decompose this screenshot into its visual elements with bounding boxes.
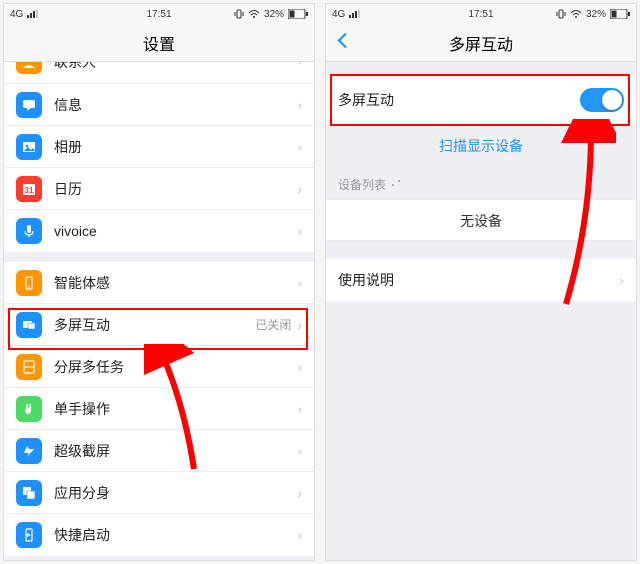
status-bar: 4G 17:51 32% xyxy=(326,4,636,24)
row-supercapture[interactable]: 超级截屏 › xyxy=(4,430,314,472)
battery-icon xyxy=(610,9,630,19)
network-label: 4G xyxy=(332,9,345,20)
status-time: 17:51 xyxy=(468,9,493,20)
chevron-right-icon: › xyxy=(619,272,624,288)
status-bar: 4G 17:51 32% xyxy=(4,4,314,24)
scan-devices-link[interactable]: 扫描显示设备 xyxy=(326,124,636,168)
row-splitscreen[interactable]: 分屏多任务 › xyxy=(4,346,314,388)
row-label: 相册 xyxy=(54,137,297,157)
right-screen: 4G 17:51 32% 多屏互动 多屏互动 扫描显示设备 设备列表 无设备 xyxy=(326,4,636,560)
onehanded-icon xyxy=(16,396,42,422)
row-quickstart[interactable]: 快捷启动 › xyxy=(4,514,314,556)
chevron-right-icon: › xyxy=(297,401,302,417)
row-label: 分屏多任务 xyxy=(54,357,297,377)
battery-pct: 32% xyxy=(264,9,284,20)
supercapture-icon xyxy=(16,438,42,464)
chevron-left-icon xyxy=(336,31,348,49)
signal-icon xyxy=(349,10,361,18)
row-label: 信息 xyxy=(54,95,297,115)
network-label: 4G xyxy=(10,9,23,20)
row-label: vivoice xyxy=(54,223,297,239)
row-label: 日历 xyxy=(54,179,297,199)
chevron-right-icon: › xyxy=(297,181,302,197)
row-label: 使用说明 xyxy=(338,270,619,290)
row-calendar[interactable]: 31 日历 › xyxy=(4,168,314,210)
row-label: 快捷启动 xyxy=(54,525,297,545)
chevron-right-icon: › xyxy=(297,359,302,375)
battery-icon xyxy=(288,9,308,19)
splitscreen-icon xyxy=(16,354,42,380)
chevron-right-icon: › xyxy=(297,275,302,291)
chevron-right-icon: › xyxy=(297,97,302,113)
calendar-icon: 31 xyxy=(16,176,42,202)
chevron-right-icon: › xyxy=(297,443,302,459)
settings-list[interactable]: 联系人 › 信息 › 相册 › 31 日历 xyxy=(4,62,314,556)
vivoice-icon xyxy=(16,218,42,244)
chevron-right-icon: › xyxy=(297,139,302,155)
vibrate-icon xyxy=(556,9,566,19)
row-onehanded[interactable]: 单手操作 › xyxy=(4,388,314,430)
device-list-header: 设备列表 xyxy=(326,168,636,199)
appclone-icon xyxy=(16,480,42,506)
row-messages[interactable]: 信息 › xyxy=(4,84,314,126)
vibrate-icon xyxy=(234,9,244,19)
row-vivoice[interactable]: vivoice › xyxy=(4,210,314,252)
chevron-right-icon: › xyxy=(297,527,302,543)
messages-icon xyxy=(16,92,42,118)
page-title: 设置 xyxy=(143,31,175,55)
row-smartmotion[interactable]: 智能体感 › xyxy=(4,262,314,304)
back-button[interactable] xyxy=(336,31,348,54)
row-label: 多屏互动 xyxy=(54,315,255,335)
chevron-right-icon: › xyxy=(297,62,302,68)
row-label: 超级截屏 xyxy=(54,441,297,461)
multiscreen-toggle[interactable] xyxy=(580,88,624,112)
row-photos[interactable]: 相册 › xyxy=(4,126,314,168)
toggle-label: 多屏互动 xyxy=(338,90,580,110)
row-contacts[interactable]: 联系人 › xyxy=(4,62,314,84)
chevron-right-icon: › xyxy=(297,317,302,333)
contacts-icon xyxy=(16,62,42,74)
chevron-right-icon: › xyxy=(297,485,302,501)
photos-icon xyxy=(16,134,42,160)
signal-icon xyxy=(27,10,39,18)
row-label: 单手操作 xyxy=(54,399,297,419)
row-label: 联系人 xyxy=(54,62,297,72)
row-label: 应用分身 xyxy=(54,483,297,503)
page-title: 多屏互动 xyxy=(449,31,513,55)
quickstart-icon xyxy=(16,522,42,548)
left-screen: 4G 17:51 32% 设置 联系人 › xyxy=(4,4,314,560)
row-appclone[interactable]: 应用分身 › xyxy=(4,472,314,514)
loading-spinner-icon xyxy=(392,180,402,190)
multiscreen-icon xyxy=(16,312,42,338)
smartmotion-icon xyxy=(16,270,42,296)
wifi-icon xyxy=(570,10,582,19)
battery-pct: 32% xyxy=(586,9,606,20)
chevron-right-icon: › xyxy=(297,223,302,239)
wifi-icon xyxy=(248,10,260,19)
nav-bar-multiscreen: 多屏互动 xyxy=(326,24,636,62)
row-value: 已关闭 xyxy=(255,316,291,333)
row-multiscreen-toggle[interactable]: 多屏互动 xyxy=(326,76,636,124)
no-device-text: 无设备 xyxy=(326,199,636,241)
status-time: 17:51 xyxy=(146,9,171,20)
nav-bar-settings: 设置 xyxy=(4,24,314,62)
svg-text:31: 31 xyxy=(25,186,34,195)
row-label: 智能体感 xyxy=(54,273,297,293)
row-multiscreen[interactable]: 多屏互动 已关闭 › xyxy=(4,304,314,346)
row-instructions[interactable]: 使用说明 › xyxy=(326,259,636,301)
